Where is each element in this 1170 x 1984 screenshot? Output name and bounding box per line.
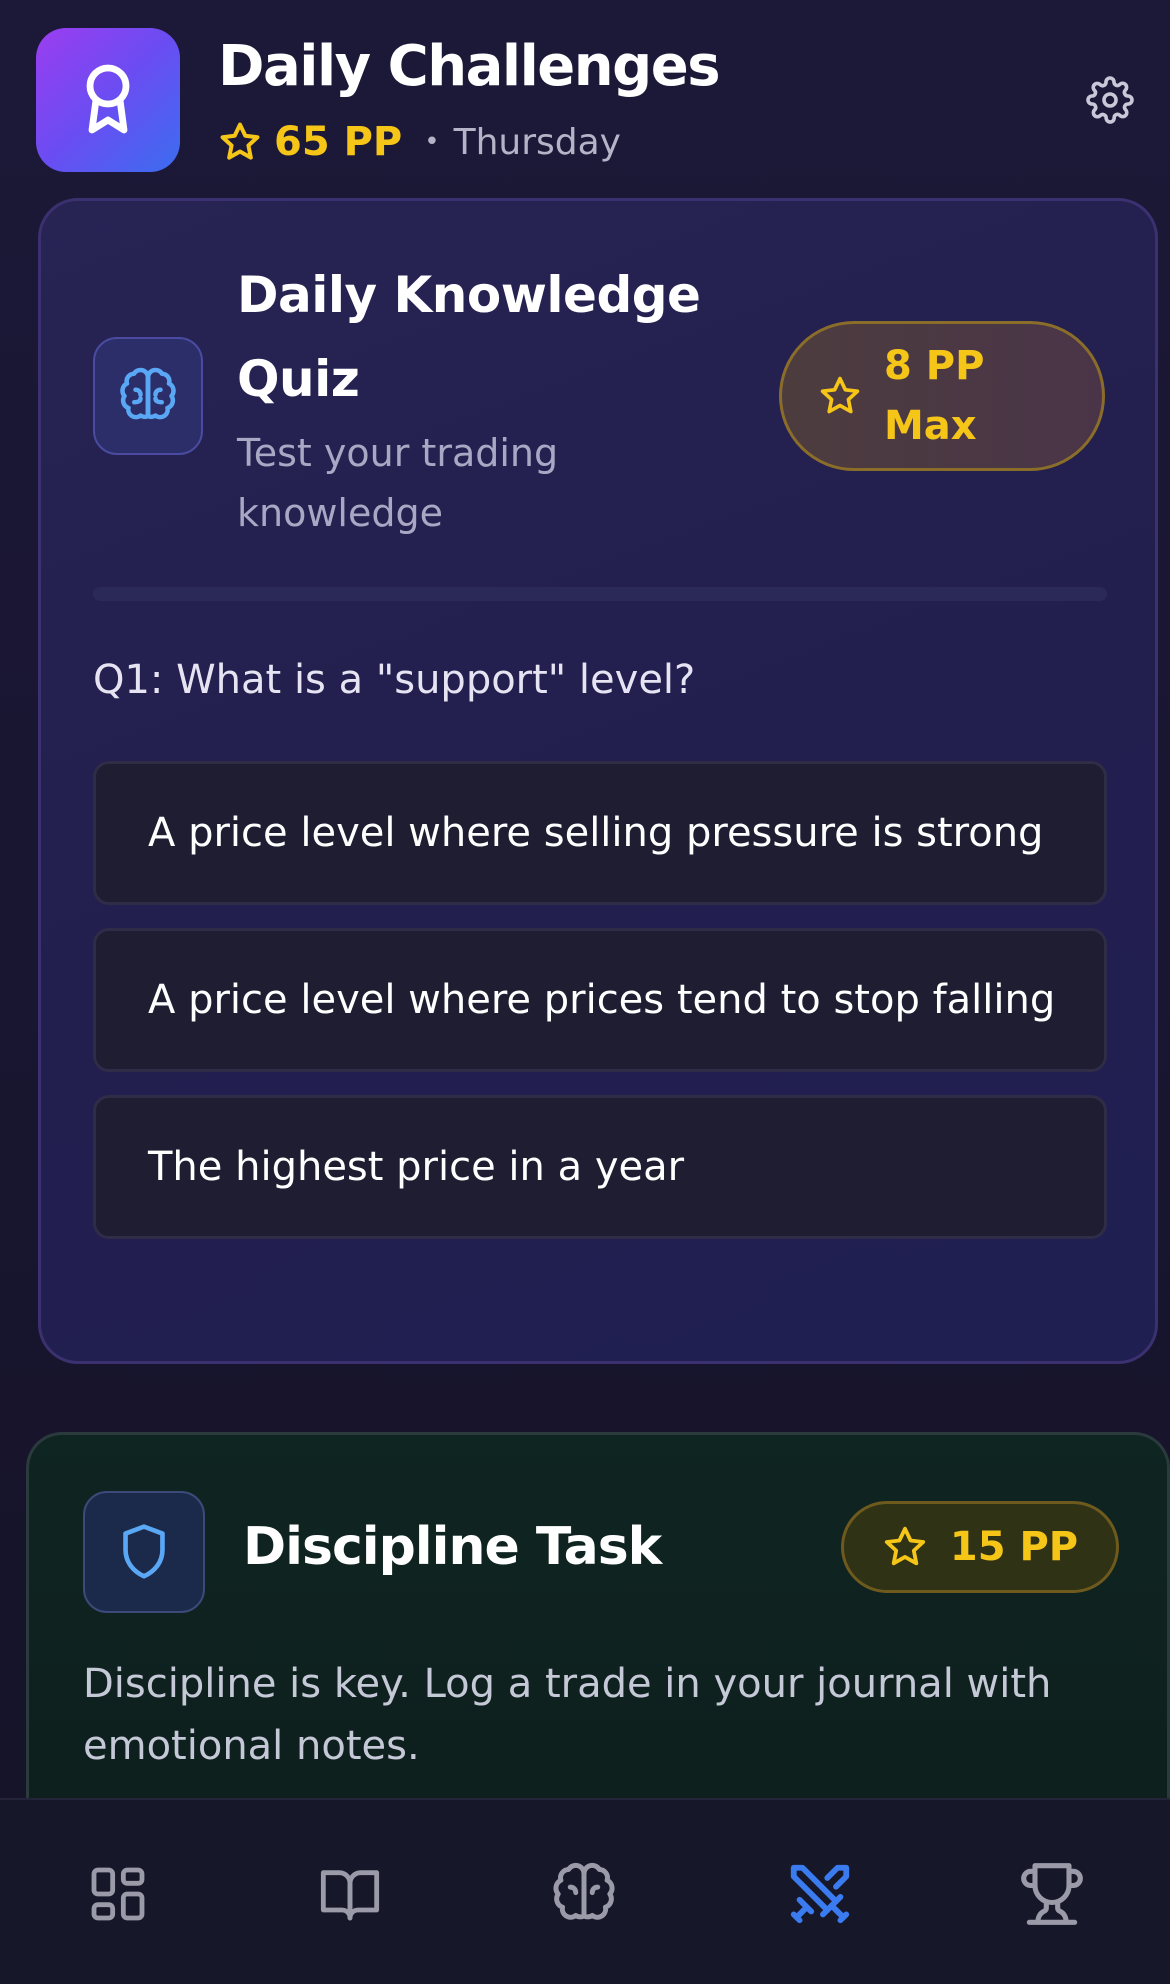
quiz-title: Daily Knowledge Quiz [237, 266, 701, 408]
award-ribbon-icon [86, 64, 130, 134]
header-subtitle: 65 PP • Thursday [218, 116, 621, 168]
star-icon [884, 1526, 925, 1566]
swords-icon [790, 1864, 850, 1924]
brain-icon [553, 1862, 615, 1920]
nav-quiz[interactable] [548, 1858, 620, 1930]
quiz-option-2[interactable]: A price level where prices tend to stop … [93, 928, 1107, 1072]
discipline-title: Discipline Task [243, 1517, 662, 1577]
quiz-card: Daily Knowledge Quiz Test your trading k… [38, 198, 1158, 1364]
discipline-icon-badge [83, 1491, 205, 1613]
quiz-question: Q1: What is a "support" level? [93, 657, 696, 703]
day-label: Thursday [453, 121, 621, 163]
trophy-icon [1021, 1863, 1083, 1925]
dashboard-icon [91, 1867, 145, 1921]
nav-dashboard[interactable] [82, 1858, 154, 1930]
star-icon [220, 122, 260, 160]
quiz-reward-label: 8 PP Max [884, 343, 985, 449]
daily-challenges-screen: Daily Challenges 65 PP • Thursday Daily … [0, 0, 1170, 1984]
page-title: Daily Challenges [218, 34, 721, 99]
nav-challenges[interactable] [784, 1858, 856, 1930]
nav-learn[interactable] [314, 1858, 386, 1930]
quiz-icon-badge [93, 337, 203, 455]
star-icon [820, 376, 860, 414]
settings-button[interactable] [1086, 76, 1134, 124]
quiz-subtitle: Test your trading knowledge [237, 431, 559, 535]
gear-icon [1086, 76, 1134, 124]
bottom-nav [0, 1798, 1170, 1984]
quiz-option-1[interactable]: A price level where selling pressure is … [93, 761, 1107, 905]
app-badge [36, 28, 180, 172]
quiz-option-3[interactable]: The highest price in a year [93, 1095, 1107, 1239]
quiz-progress-bar [93, 587, 1107, 601]
discipline-reward-badge: 15 PP [841, 1501, 1119, 1593]
shield-icon [123, 1524, 165, 1579]
brain-icon [120, 367, 176, 420]
discipline-reward-label: 15 PP [949, 1524, 1079, 1570]
quiz-reward-badge: 8 PP Max [779, 321, 1105, 471]
nav-leaderboard[interactable] [1016, 1858, 1088, 1930]
separator-dot: • [424, 127, 440, 157]
header: Daily Challenges 65 PP • Thursday [0, 0, 1170, 190]
book-icon [320, 1870, 380, 1921]
pp-total: 65 PP [274, 119, 403, 165]
discipline-description: Discipline is key. Log a trade in your j… [83, 1661, 1052, 1769]
